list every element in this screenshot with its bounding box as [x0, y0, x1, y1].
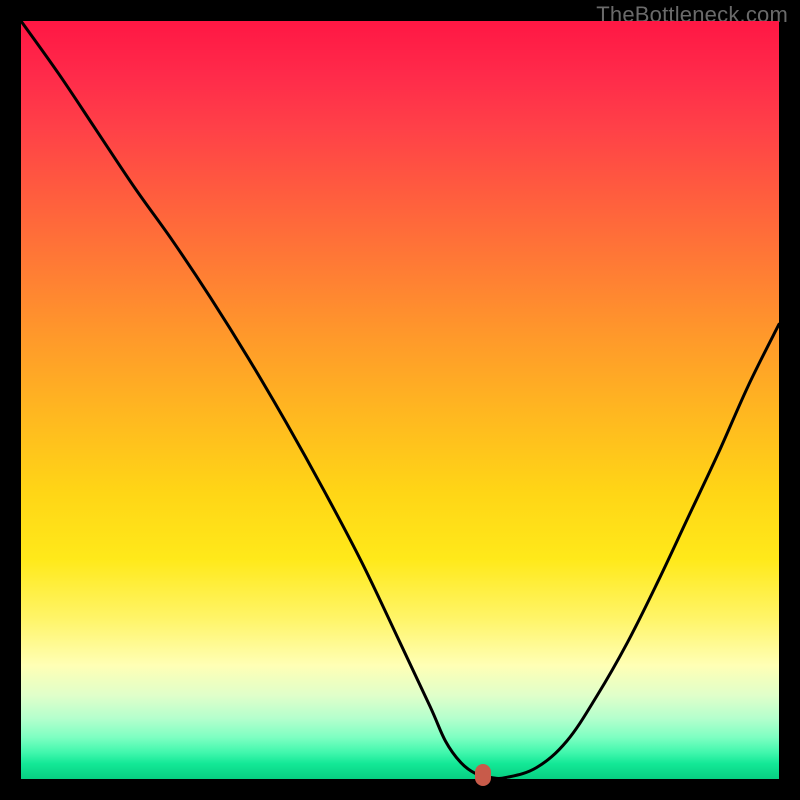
chart-frame: TheBottleneck.com [0, 0, 800, 800]
bottleneck-curve [21, 21, 779, 779]
plot-area [21, 21, 779, 779]
curve-path [21, 21, 779, 778]
optimal-point-marker [475, 764, 491, 786]
